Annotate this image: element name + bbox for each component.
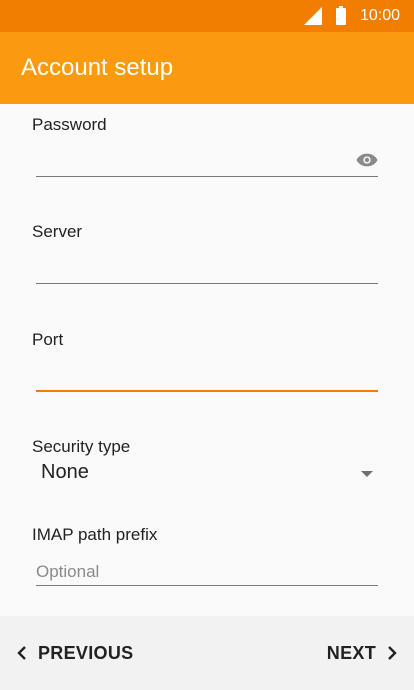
previous-button[interactable]: PREVIOUS	[16, 643, 133, 664]
imap-path-prefix-underline	[36, 585, 378, 586]
server-label: Server	[32, 222, 83, 241]
server-underline	[36, 283, 378, 284]
eye-icon[interactable]	[356, 152, 378, 168]
chevron-left-icon	[17, 646, 26, 660]
next-button-label: NEXT	[326, 642, 376, 663]
chevron-right-icon	[388, 646, 397, 660]
battery-icon	[335, 5, 346, 25]
port-field[interactable]	[36, 363, 356, 389]
app-bar: Account setup	[0, 32, 414, 104]
server-field[interactable]	[36, 255, 356, 281]
security-type-value: None	[41, 461, 89, 483]
dropdown-arrow-icon	[361, 471, 373, 477]
imap-path-prefix-field[interactable]	[36, 559, 356, 585]
signal-icon	[303, 7, 322, 25]
imap-path-prefix-label: IMAP path prefix	[32, 525, 158, 544]
bottom-nav-bar: PREVIOUS NEXT	[0, 616, 414, 690]
password-underline	[36, 176, 378, 177]
port-label: Port	[32, 330, 64, 349]
port-underline	[36, 390, 378, 392]
status-bar: 10:00	[0, 0, 414, 32]
next-button[interactable]: NEXT	[327, 643, 398, 664]
status-time: 10:00	[359, 7, 400, 24]
password-label: Password	[32, 115, 107, 134]
account-setup-form: Password Server Port Security type None …	[0, 104, 414, 616]
page-title: Account setup	[21, 54, 174, 81]
password-field[interactable]	[36, 146, 356, 172]
previous-button-label: PREVIOUS	[38, 642, 134, 663]
